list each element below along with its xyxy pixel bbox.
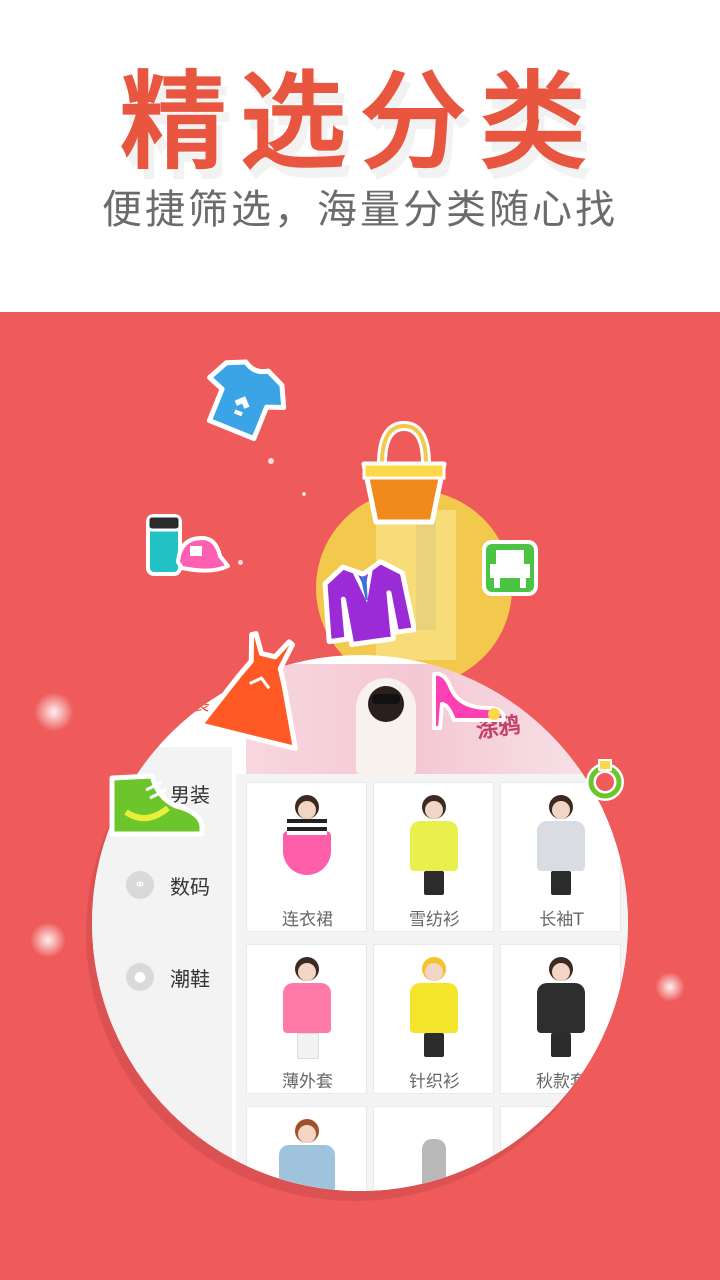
- grid-item[interactable]: [373, 1106, 494, 1191]
- product-photo: [277, 1119, 337, 1191]
- sparkle: [34, 692, 74, 732]
- app-preview-circle: ● 女装 ▲ 男装 ⚭ 数码 ● 潮鞋: [92, 655, 628, 1191]
- grid-item-label: 长袖T: [539, 910, 584, 930]
- shoe-icon: ●: [126, 963, 154, 991]
- jacket-icon: [322, 559, 416, 648]
- grid-item-label: 针织衫: [409, 1072, 460, 1092]
- dress-icon: ●: [126, 687, 154, 715]
- high-heel-icon: [432, 671, 506, 730]
- grid-item[interactable]: 薄外套: [246, 944, 367, 1094]
- armchair-icon: [482, 540, 538, 596]
- grid-item-label: 薄外套: [282, 1072, 333, 1092]
- grid-item[interactable]: 连衣裙: [246, 782, 367, 932]
- grid-item[interactable]: 针织衫: [373, 944, 494, 1094]
- cap-icon: [176, 536, 230, 573]
- ring-icon: [586, 759, 624, 801]
- category-grid: 连衣裙 雪纺衫 长袖T 薄外套 针织衫 秋款套: [236, 774, 628, 1191]
- product-photo: [531, 795, 591, 895]
- grid-item[interactable]: [500, 1106, 621, 1191]
- sparkle: [302, 492, 306, 496]
- headphones-icon: ⚭: [126, 871, 154, 899]
- sidebar-item-label: 数码: [170, 875, 210, 899]
- promo-stage: ● 女装 ▲ 男装 ⚭ 数码 ● 潮鞋: [0, 312, 720, 1280]
- header: 精选分类 便捷筛选，海量分类随心找: [0, 0, 720, 312]
- product-photo: [404, 795, 464, 895]
- product-photo: [277, 957, 337, 1059]
- grid-item-label: 秋款套: [536, 1072, 587, 1092]
- sparkle: [30, 922, 66, 958]
- handbag-icon: [361, 420, 447, 525]
- sneaker-icon: [109, 773, 205, 837]
- page-title: 精选分类: [120, 61, 600, 184]
- grid-item-label: 连衣裙: [282, 910, 333, 930]
- sidebar-item-shoes[interactable]: ● 潮鞋: [92, 931, 232, 1023]
- sparkle: [268, 458, 274, 464]
- grid-item[interactable]: 长袖T: [500, 782, 621, 932]
- grid-item[interactable]: [246, 1106, 367, 1191]
- dress-icon: [197, 631, 298, 751]
- sparkle: [238, 560, 243, 565]
- tshirt-icon: [206, 359, 287, 442]
- grid-item[interactable]: 雪纺衫: [373, 782, 494, 932]
- product-photo: [277, 795, 337, 895]
- sidebar-item-digital[interactable]: ⚭ 数码: [92, 839, 232, 931]
- page-subtitle: 便捷筛选，海量分类随心找: [102, 187, 618, 233]
- product-photo: [404, 1119, 464, 1191]
- grid-item[interactable]: 秋款套: [500, 944, 621, 1094]
- product-photo: [404, 957, 464, 1057]
- sidebar-item-label: 潮鞋: [170, 967, 210, 991]
- grid-item-label: 雪纺衫: [409, 910, 460, 930]
- sparkle: [655, 972, 685, 1002]
- product-photo: [531, 957, 591, 1057]
